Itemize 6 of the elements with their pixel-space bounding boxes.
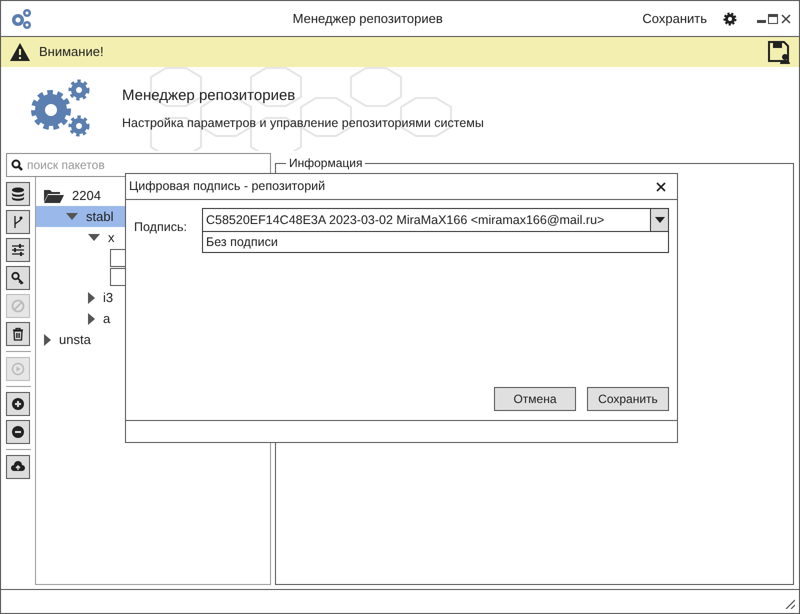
header-subtitle: Настройка параметров и управление репозиториями системы xyxy=(122,114,484,132)
warning-text: Внимание! xyxy=(39,43,105,62)
header-title: Менеджер репозиториев xyxy=(122,86,296,106)
dialog-title: Цифровая подпись - репозиторий xyxy=(129,178,326,196)
window-title: Менеджер репозиториев xyxy=(292,10,444,28)
field-label: Подпись: xyxy=(134,219,188,236)
